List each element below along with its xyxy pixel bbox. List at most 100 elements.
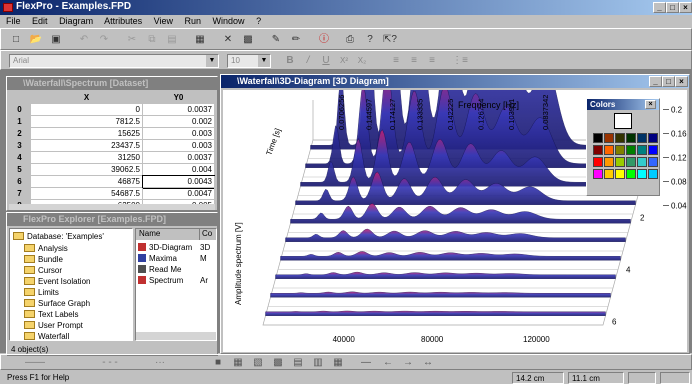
tree-folder[interactable]: Waterfall (24, 331, 69, 342)
cell-y0[interactable]: 0.002 (143, 116, 215, 128)
column-header-x[interactable]: X (31, 92, 143, 104)
context-help-icon[interactable]: ⇱? (381, 32, 399, 48)
colors-palette-title[interactable]: Colors × (587, 99, 659, 110)
row-index[interactable]: 0 (9, 104, 31, 116)
cell-x[interactable]: 23437.5 (31, 140, 143, 152)
fill-solid-icon[interactable]: ■ (209, 355, 227, 371)
color-swatch[interactable] (626, 157, 636, 167)
color-swatch[interactable] (593, 133, 603, 143)
menu-view[interactable]: View (154, 16, 173, 26)
color-swatch[interactable] (648, 157, 658, 167)
diagram-minimize-button[interactable]: _ (649, 76, 662, 87)
bold-button[interactable]: B (281, 53, 299, 69)
menu-edit[interactable]: Edit (32, 16, 48, 26)
row-index[interactable]: 2 (9, 128, 31, 140)
close-button[interactable]: × (679, 2, 692, 13)
tree-folder[interactable]: User Prompt (24, 320, 83, 331)
align-left-icon[interactable]: ≡ (387, 53, 405, 69)
fill-grid-icon[interactable]: ▦ (329, 355, 347, 371)
edit-formula-icon[interactable]: ✏ (287, 32, 305, 48)
chevron-down-icon[interactable]: ▼ (206, 55, 218, 67)
paste-icon[interactable]: ▤ (163, 32, 181, 48)
row-index[interactable]: 1 (9, 116, 31, 128)
list-hscrollbar[interactable] (136, 332, 216, 340)
color-swatch[interactable] (637, 133, 647, 143)
color-swatch[interactable] (637, 145, 647, 155)
redo-icon[interactable]: ↷ (95, 32, 113, 48)
tree-folder[interactable]: Limits (24, 287, 59, 298)
superscript-button[interactable]: X² (335, 53, 353, 69)
chevron-down-icon[interactable]: ▼ (258, 55, 270, 67)
fill-vert-icon[interactable]: ▥ (309, 355, 327, 371)
explorer-window-title[interactable]: FlexPro Explorer [Examples.FPD] (7, 213, 217, 226)
cell-y0[interactable]: 0.003 (143, 140, 215, 152)
cell-x[interactable]: 0 (31, 104, 143, 116)
font-select[interactable]: Arial ▼ (9, 54, 219, 68)
cell-y0[interactable]: 0.004 (143, 164, 215, 176)
row-index[interactable]: 3 (9, 140, 31, 152)
diagram-close-button[interactable]: × (675, 76, 688, 87)
color-swatch[interactable] (593, 157, 603, 167)
properties-icon[interactable]: ▩ (239, 32, 257, 48)
align-right-icon[interactable]: ≡ (423, 53, 441, 69)
cell-y0[interactable]: 0.003 (143, 128, 215, 140)
menu-diagram[interactable]: Diagram (59, 16, 93, 26)
fill-diag-icon[interactable]: ▧ (249, 355, 267, 371)
print-icon[interactable]: ⎙ (341, 32, 359, 48)
undo-icon[interactable]: ↶ (75, 32, 93, 48)
line-width-icon[interactable]: — (357, 355, 375, 371)
list-header-name[interactable]: Name (136, 229, 200, 240)
copy-icon[interactable]: ⧉ (143, 32, 161, 48)
dataset-hscrollbar[interactable] (9, 204, 215, 210)
color-swatch[interactable] (648, 169, 658, 179)
list-item[interactable]: Read Me (138, 264, 216, 275)
fill-cross-icon[interactable]: ▩ (269, 355, 287, 371)
line-style-icon[interactable]: —— (25, 355, 45, 371)
color-swatch[interactable] (604, 133, 614, 143)
cell-y0[interactable]: 0.0037 (143, 104, 215, 116)
tree-folder[interactable]: Analysis (24, 243, 68, 254)
cell-y0[interactable]: 0.0037 (143, 152, 215, 164)
color-swatch[interactable] (604, 157, 614, 167)
color-swatch[interactable] (637, 169, 647, 179)
color-swatch[interactable] (604, 169, 614, 179)
menu-help[interactable]: ? (256, 16, 261, 26)
menu-run[interactable]: Run (185, 16, 202, 26)
list-item[interactable]: 3D-Diagram 3D (138, 242, 216, 253)
menu-window[interactable]: Window (213, 16, 245, 26)
list-header-co[interactable]: Co (200, 229, 216, 240)
cell-x[interactable]: 54687.5 (31, 188, 143, 200)
column-header-y0[interactable]: Y0 (143, 92, 215, 104)
cell-x[interactable]: 46875 (31, 176, 143, 188)
formula-icon[interactable]: ✎ (267, 32, 285, 48)
cell-y0[interactable]: 0.0047 (143, 188, 215, 200)
arrow-right-icon[interactable]: → (399, 355, 417, 371)
tree-root[interactable]: Database: 'Examples' (13, 231, 104, 242)
menu-attributes[interactable]: Attributes (104, 16, 142, 26)
color-swatch[interactable] (648, 145, 658, 155)
row-index[interactable]: 7 (9, 188, 31, 200)
arrow-both-icon[interactable]: ↔ (419, 355, 437, 371)
colors-close-button[interactable]: × (645, 100, 656, 109)
fill-horz-icon[interactable]: ▤ (289, 355, 307, 371)
maximize-button[interactable]: □ (666, 2, 679, 13)
tree-folder[interactable]: Cursor (24, 265, 62, 276)
new-icon[interactable]: □ (7, 32, 25, 48)
color-swatch[interactable] (593, 145, 603, 155)
color-swatch[interactable] (626, 133, 636, 143)
color-swatch[interactable] (604, 145, 614, 155)
dataset-window-title[interactable]: \Waterfall\Spectrum [Dataset] (7, 77, 217, 90)
dash-style-icon[interactable]: - - - (101, 355, 119, 371)
tree-folder[interactable]: Surface Graph (24, 298, 90, 309)
align-center-icon[interactable]: ≡ (405, 53, 423, 69)
list-item[interactable]: Spectrum Ar (138, 275, 216, 286)
color-swatch[interactable] (593, 169, 603, 179)
info-icon[interactable]: ⓘ (315, 32, 333, 48)
arrow-left-icon[interactable]: ← (379, 355, 397, 371)
delete-icon[interactable]: ✕ (219, 32, 237, 48)
size-select[interactable]: 10 ▼ (227, 54, 271, 68)
cell-x[interactable]: 39062.5 (31, 164, 143, 176)
save-icon[interactable]: ▣ (47, 32, 65, 48)
row-index[interactable]: 4 (9, 152, 31, 164)
color-swatch[interactable] (615, 169, 625, 179)
